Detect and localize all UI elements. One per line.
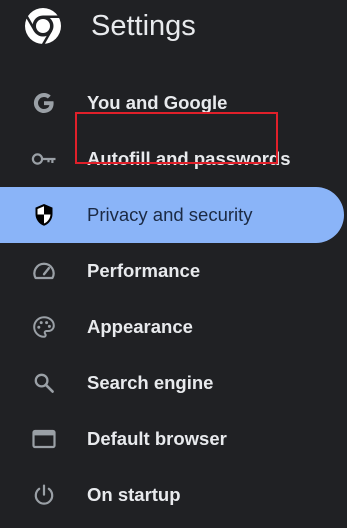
power-icon bbox=[31, 483, 57, 507]
palette-icon bbox=[31, 315, 57, 339]
sidebar-item-label: Search engine bbox=[87, 372, 214, 393]
sidebar-item-label: Performance bbox=[87, 260, 201, 281]
settings-header: Settings bbox=[0, 0, 347, 60]
sidebar-item-you-and-google[interactable]: You and Google bbox=[0, 75, 347, 131]
sidebar-item-search-engine[interactable]: Search engine bbox=[0, 355, 347, 411]
sidebar-item-label: On startup bbox=[87, 484, 181, 505]
settings-sidebar-nav: You and Google Autofill and passwords Pr… bbox=[0, 75, 347, 523]
sidebar-item-on-startup[interactable]: On startup bbox=[0, 467, 347, 523]
chrome-logo-icon bbox=[24, 7, 62, 45]
browser-window-icon bbox=[31, 427, 57, 451]
google-g-icon bbox=[31, 91, 57, 115]
shield-icon bbox=[31, 203, 57, 227]
sidebar-item-privacy-and-security[interactable]: Privacy and security bbox=[0, 187, 344, 243]
sidebar-item-performance[interactable]: Performance bbox=[0, 243, 347, 299]
sidebar-item-label: Appearance bbox=[87, 316, 193, 337]
sidebar-item-label: Default browser bbox=[87, 428, 227, 449]
sidebar-item-appearance[interactable]: Appearance bbox=[0, 299, 347, 355]
sidebar-item-label: Privacy and security bbox=[87, 204, 253, 225]
sidebar-item-default-browser[interactable]: Default browser bbox=[0, 411, 347, 467]
sidebar-item-label: Autofill and passwords bbox=[87, 148, 291, 169]
page-title: Settings bbox=[91, 10, 196, 42]
search-icon bbox=[31, 371, 57, 395]
key-icon bbox=[31, 147, 57, 171]
sidebar-item-label: You and Google bbox=[87, 92, 228, 113]
sidebar-item-autofill-and-passwords[interactable]: Autofill and passwords bbox=[0, 131, 347, 187]
speedometer-icon bbox=[31, 259, 57, 283]
